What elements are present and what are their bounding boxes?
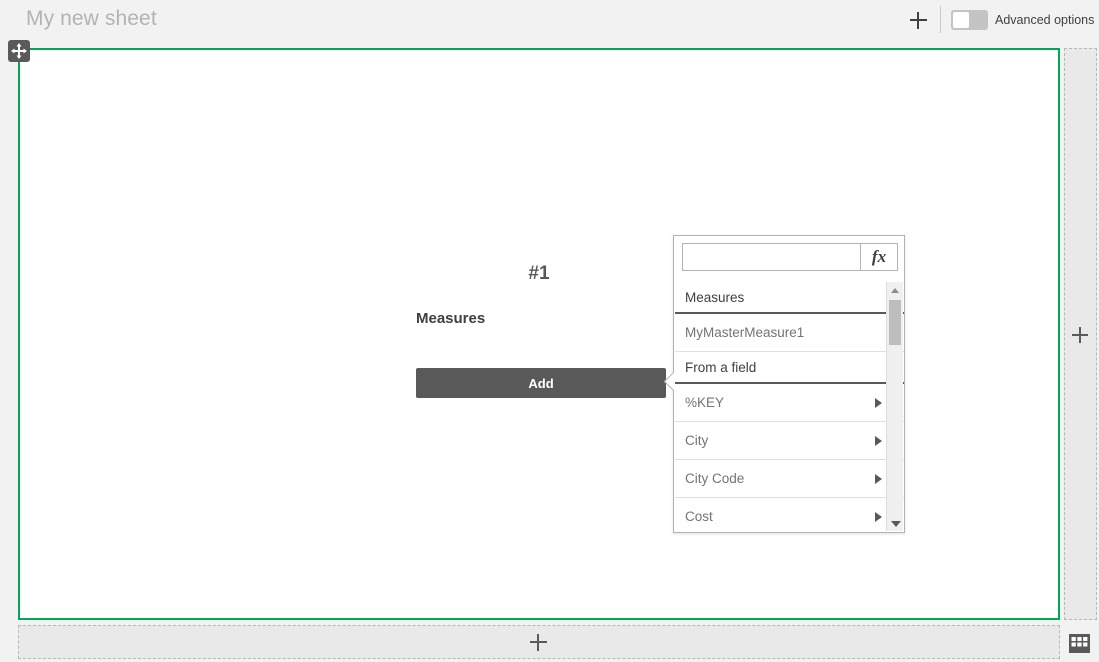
- chevron-right-icon: [875, 512, 882, 522]
- field-list: Measures MyMasterMeasure1 From a field %…: [675, 282, 904, 531]
- app-header: My new sheet Advanced options: [0, 0, 1099, 42]
- popover-pointer-triangle: [664, 371, 674, 391]
- popover-search-row: fx: [682, 243, 898, 271]
- move-handle-icon[interactable]: [8, 40, 30, 62]
- plus-icon-stroke: [917, 12, 919, 29]
- popover-pointer: [664, 371, 674, 391]
- add-sheet-button[interactable]: [905, 7, 931, 33]
- chevron-right-icon: [875, 436, 882, 446]
- chevron-up-icon[interactable]: [887, 282, 903, 297]
- list-item[interactable]: Cost: [675, 498, 904, 531]
- header-divider: [940, 6, 941, 33]
- section-header-measures: Measures: [675, 282, 904, 314]
- search-input[interactable]: [682, 243, 860, 271]
- list-item-label: Cost: [685, 509, 713, 524]
- popover-scrollbar[interactable]: [886, 282, 903, 531]
- list-item-label: City: [685, 433, 709, 448]
- bottom-dropzone[interactable]: [18, 625, 1060, 659]
- page-title: My new sheet: [26, 7, 157, 30]
- list-item[interactable]: City Code: [675, 460, 904, 498]
- add-measure-button[interactable]: Add: [416, 368, 666, 398]
- chevron-up-triangle: [891, 288, 899, 293]
- list-item[interactable]: %KEY: [675, 384, 904, 422]
- list-item-label: City Code: [685, 471, 745, 486]
- list-item-label: MyMasterMeasure1: [685, 325, 805, 340]
- chevron-right-icon: [875, 398, 882, 408]
- plus-icon-stroke: [537, 634, 539, 651]
- chevron-down-icon[interactable]: [887, 516, 903, 531]
- measures-section-label: Measures: [416, 310, 486, 327]
- advanced-options-toggle[interactable]: [951, 10, 988, 30]
- fx-icon[interactable]: fx: [860, 243, 898, 271]
- chevron-down-triangle: [891, 521, 901, 527]
- grid-table-icon[interactable]: [1069, 634, 1090, 653]
- plus-icon-stroke: [1079, 327, 1081, 343]
- section-header-from-a-field: From a field: [675, 352, 904, 384]
- scrollbar-thumb[interactable]: [889, 300, 901, 345]
- list-item-label: %KEY: [685, 395, 725, 410]
- toggle-knob: [953, 12, 969, 28]
- right-dropzone[interactable]: [1064, 48, 1097, 620]
- list-item[interactable]: City: [675, 422, 904, 460]
- chevron-right-icon: [875, 474, 882, 484]
- advanced-options-label: Advanced options: [995, 13, 1095, 27]
- measure-picker-popover: fx Measures MyMasterMeasure1 From a fiel…: [664, 235, 905, 533]
- list-item[interactable]: MyMasterMeasure1: [675, 314, 904, 352]
